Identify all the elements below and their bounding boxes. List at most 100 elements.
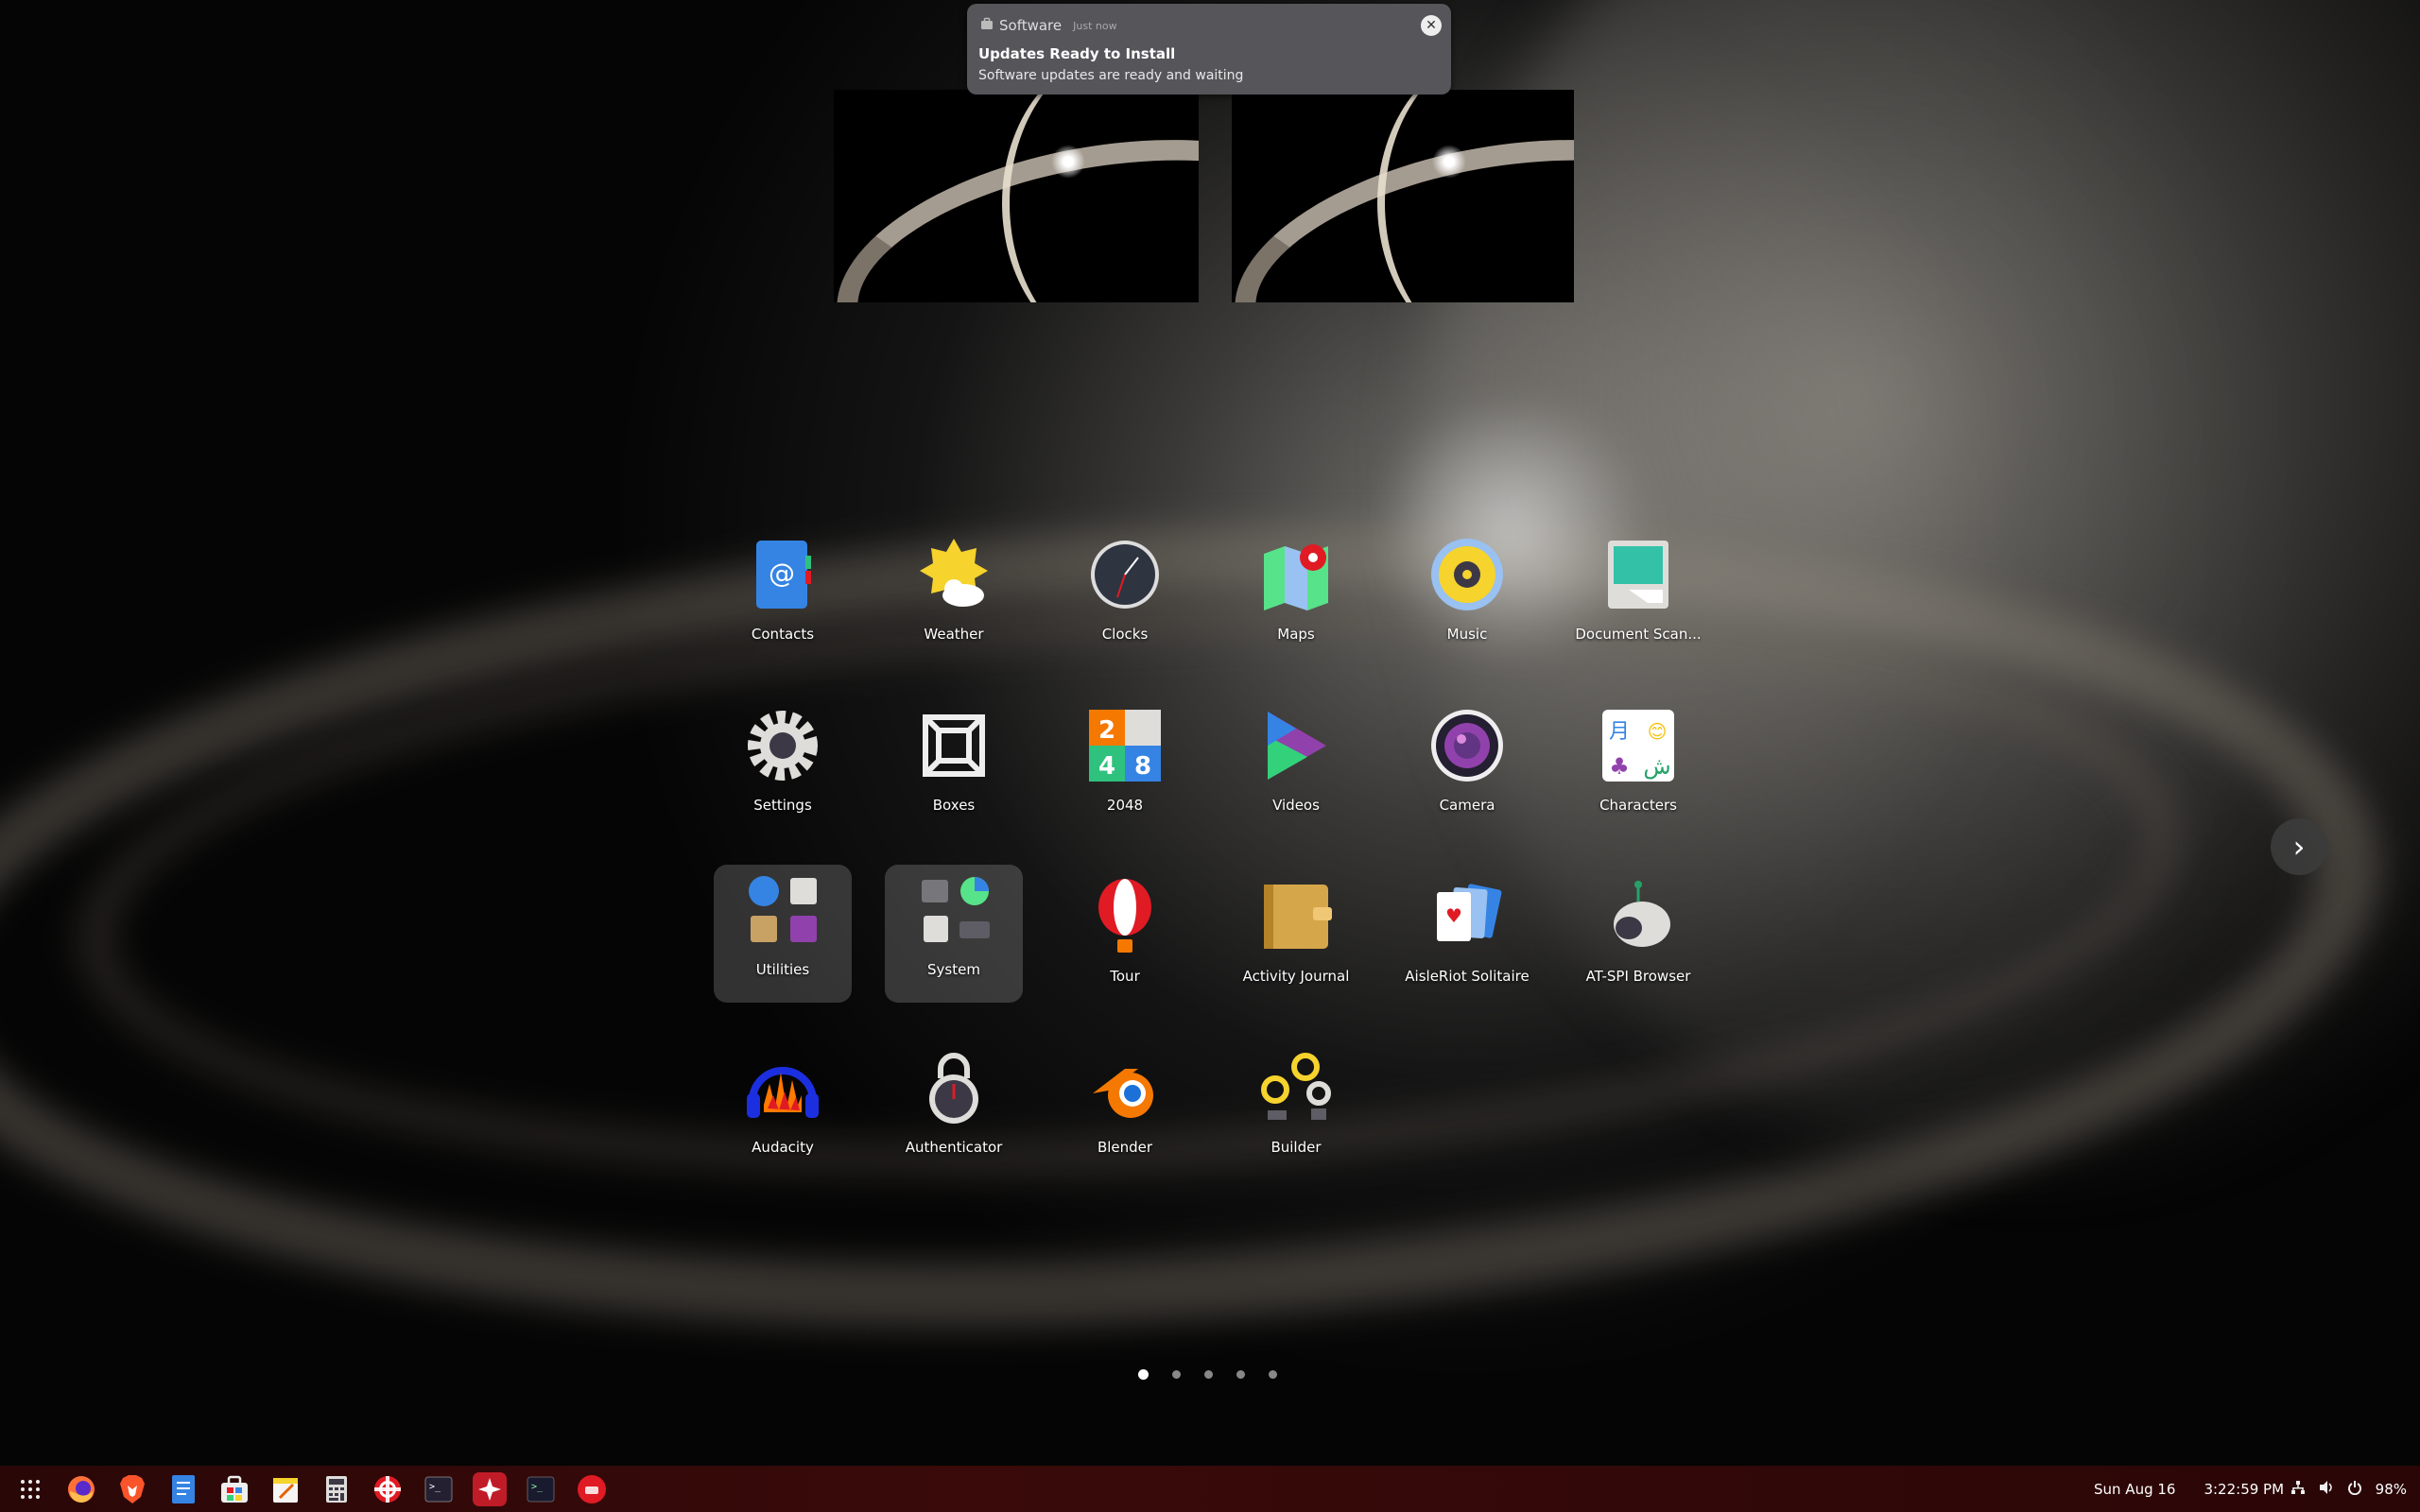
svg-text:@: @	[769, 558, 795, 589]
red-app-icon[interactable]	[473, 1472, 507, 1506]
glyph-c: ♣	[1609, 753, 1630, 780]
app-videos[interactable]: Videos	[1227, 700, 1365, 838]
app-blender[interactable]: Blender	[1056, 1042, 1194, 1180]
app-clocks[interactable]: Clocks	[1056, 529, 1194, 667]
app-weather[interactable]: Weather	[885, 529, 1023, 667]
app-label: Camera	[1439, 797, 1495, 814]
software-icon[interactable]	[217, 1472, 251, 1506]
camera-icon	[1431, 710, 1503, 782]
app-settings[interactable]: Settings	[714, 700, 852, 838]
2048-icon: 2 4 8	[1089, 710, 1161, 782]
folder-utilities[interactable]: Utilities	[714, 865, 852, 1003]
console-icon[interactable]: >_	[524, 1472, 558, 1506]
bottom-panel: >_ >_ Sun Aug 16 3:22:59 PM 98%	[0, 1466, 2420, 1512]
app-characters[interactable]: 月 😊 ♣ ش Characters	[1569, 700, 1707, 838]
app-label: System	[927, 961, 980, 978]
notification-body: Software updates are ready and waiting	[978, 68, 1244, 83]
settings-icon	[748, 711, 818, 781]
notification-time: Just now	[1073, 19, 1117, 32]
notification-banner[interactable]: Software Just now Updates Ready to Insta…	[967, 4, 1451, 94]
app-music[interactable]: Music	[1398, 529, 1536, 667]
volume-icon	[2319, 1480, 2334, 1499]
app-audacity[interactable]: Audacity	[714, 1042, 852, 1180]
app-grid-icon[interactable]	[13, 1472, 47, 1506]
notification-app-name: Software	[999, 17, 1063, 34]
videos-icon	[1268, 712, 1326, 780]
app-atspi-browser[interactable]: AT-SPI Browser	[1569, 871, 1707, 1009]
svg-text:>_: >_	[531, 1482, 544, 1492]
contacts-icon: @	[756, 541, 811, 609]
app-label: AisleRiot Solitaire	[1405, 968, 1530, 985]
workspace-thumbnail-1[interactable]	[834, 90, 1199, 302]
atspi-browser-icon	[1614, 881, 1670, 947]
notification-title: Updates Ready to Install	[978, 45, 1176, 62]
firefox-icon[interactable]	[64, 1472, 98, 1506]
app-authenticator[interactable]: Authenticator	[885, 1042, 1023, 1180]
app-label: Authenticator	[905, 1139, 1003, 1156]
calculator-icon[interactable]	[320, 1472, 354, 1506]
app-2048[interactable]: 2 4 8 2048	[1056, 700, 1194, 838]
app-label: Tour	[1110, 968, 1140, 985]
tour-icon	[1098, 879, 1151, 953]
app-label: Audacity	[752, 1139, 814, 1156]
blender-icon	[1093, 1069, 1153, 1118]
app-activity-journal[interactable]: Activity Journal	[1227, 871, 1365, 1009]
notification-app: Software Just now	[980, 17, 1117, 34]
2048-tile-c: 8	[1134, 752, 1151, 781]
app-contacts[interactable]: @ Contacts	[714, 529, 852, 667]
close-icon[interactable]: ✕	[1421, 15, 1442, 36]
app-label: Blender	[1097, 1139, 1153, 1156]
network-icon	[2290, 1480, 2306, 1499]
page-dot-5[interactable]	[1269, 1370, 1277, 1379]
next-page-button[interactable]: ›	[2271, 818, 2327, 875]
solitaire-icon: ♥	[1437, 884, 1502, 941]
app-label: Clocks	[1101, 626, 1149, 643]
page-dot-4[interactable]	[1236, 1370, 1245, 1379]
terminal-icon[interactable]: >_	[422, 1472, 456, 1506]
power-icon	[2347, 1480, 2362, 1499]
help-icon[interactable]	[371, 1472, 405, 1506]
workspace-thumbnail-2[interactable]	[1232, 90, 1574, 302]
maps-icon	[1264, 544, 1328, 610]
app-label: Videos	[1272, 797, 1320, 814]
page-dot-1[interactable]	[1138, 1369, 1149, 1380]
glyph-d: ش	[1643, 753, 1670, 780]
app-aisleriot-solitaire[interactable]: ♥ AisleRiot Solitaire	[1398, 871, 1536, 1009]
glyph-b: 😊	[1648, 720, 1668, 743]
app-camera[interactable]: Camera	[1398, 700, 1536, 838]
app-tour[interactable]: Tour	[1056, 871, 1194, 1009]
system-folder-icon	[922, 877, 990, 942]
app-maps[interactable]: Maps	[1227, 529, 1365, 667]
red-circle-app-icon[interactable]	[575, 1472, 609, 1506]
app-label: Maps	[1277, 626, 1315, 643]
weather-icon	[920, 539, 988, 607]
characters-icon: 月 😊 ♣ ش	[1602, 710, 1674, 782]
app-label: Builder	[1270, 1139, 1322, 1156]
app-document-scanner[interactable]: Document Scan...	[1569, 529, 1707, 667]
boxes-icon	[923, 714, 985, 777]
app-label: 2048	[1106, 797, 1144, 814]
brave-icon[interactable]	[115, 1472, 149, 1506]
wallpaper	[0, 0, 2420, 1512]
notes-icon[interactable]	[268, 1472, 302, 1506]
app-boxes[interactable]: Boxes	[885, 700, 1023, 838]
app-builder[interactable]: Builder	[1227, 1042, 1365, 1180]
page-dot-2[interactable]	[1172, 1370, 1181, 1379]
activity-journal-icon	[1264, 885, 1332, 949]
utilities-folder-icon	[749, 876, 817, 942]
system-status-area[interactable]: 98%	[2290, 1466, 2407, 1512]
software-icon	[980, 17, 994, 34]
panel-time: 3:22:59 PM	[2204, 1480, 2285, 1498]
page-dot-3[interactable]	[1204, 1370, 1213, 1379]
audacity-icon	[747, 1067, 819, 1118]
app-label: AT-SPI Browser	[1585, 968, 1691, 985]
app-label: Activity Journal	[1242, 968, 1350, 985]
authenticator-icon	[929, 1053, 978, 1124]
app-label: Contacts	[751, 626, 815, 643]
text-editor-icon[interactable]	[166, 1472, 200, 1506]
2048-tile-a: 2	[1098, 716, 1115, 745]
document-scanner-icon	[1608, 541, 1668, 609]
panel-clock[interactable]: Sun Aug 16 3:22:59 PM	[2094, 1466, 2284, 1512]
app-label: Characters	[1599, 797, 1677, 814]
folder-system[interactable]: System	[885, 865, 1023, 1003]
